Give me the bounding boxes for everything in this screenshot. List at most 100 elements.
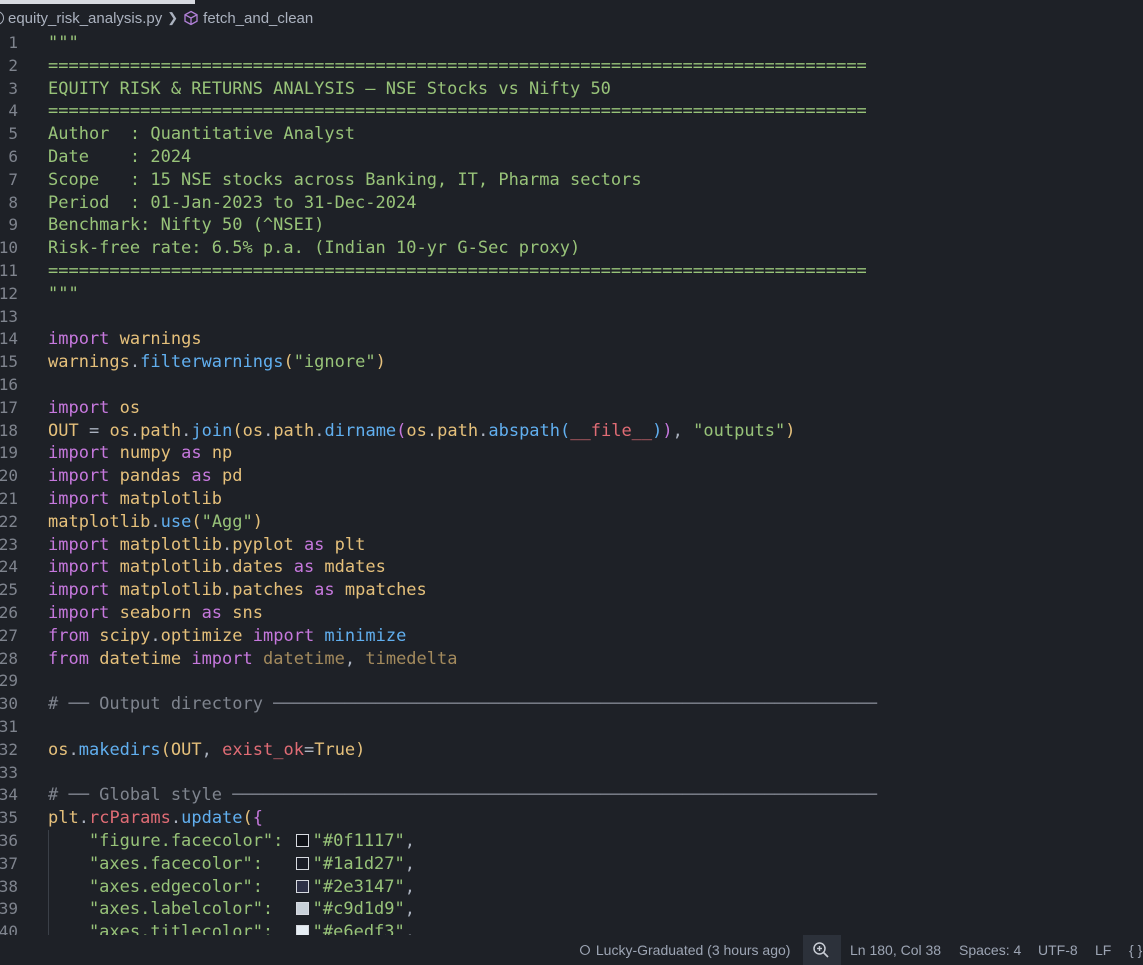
code-line[interactable]: 33 bbox=[0, 762, 1143, 785]
code-token: . bbox=[150, 511, 161, 532]
code-line[interactable]: 11 ======================================… bbox=[0, 260, 1143, 283]
code-token: matplotlib bbox=[119, 580, 223, 601]
indentation[interactable]: Spaces: 4 bbox=[959, 935, 1021, 965]
line-number: 15 bbox=[0, 352, 18, 372]
line-number: 29 bbox=[0, 671, 18, 691]
color-swatch[interactable] bbox=[295, 925, 309, 935]
code-line[interactable]: 16 bbox=[0, 374, 1143, 397]
code-line[interactable]: 32 os.makedirs(OUT, exist_ok=True) bbox=[0, 739, 1143, 762]
git-commit-icon: ⭘ bbox=[579, 942, 591, 958]
breadcrumb-symbol[interactable]: fetch_and_clean bbox=[203, 10, 313, 27]
code-token: import bbox=[48, 329, 110, 350]
code-line[interactable]: 17 import os bbox=[0, 397, 1143, 420]
color-swatch[interactable] bbox=[295, 879, 309, 893]
code-text: import matplotlib.patches as mpatches bbox=[48, 579, 427, 602]
code-text: import matplotlib.pyplot as plt bbox=[48, 534, 365, 557]
code-line[interactable]: 30 # ── Output directory ────────────────… bbox=[0, 693, 1143, 716]
cursor-position[interactable]: Ln 180, Col 38 bbox=[850, 935, 941, 965]
code-line[interactable]: 29 bbox=[0, 670, 1143, 693]
code-token: np bbox=[211, 443, 233, 464]
code-token: dates bbox=[232, 557, 284, 578]
code-editor[interactable]: 1 """ 2 ===================================… bbox=[0, 32, 1143, 935]
code-line[interactable]: 6 Date : 2024 bbox=[0, 146, 1143, 169]
code-token: dirname bbox=[324, 420, 397, 441]
code-line[interactable]: 7 Scope : 15 NSE stocks across Banking, I… bbox=[0, 169, 1143, 192]
code-token: """ bbox=[48, 283, 79, 304]
code-line[interactable]: 21 import matplotlib bbox=[0, 488, 1143, 511]
code-line[interactable]: 24 import matplotlib.dates as mdates bbox=[0, 556, 1143, 579]
code-line[interactable]: 12 """ bbox=[0, 283, 1143, 306]
breadcrumb-file[interactable]: equity_risk_analysis.py bbox=[8, 10, 162, 27]
line-number: 28 bbox=[0, 648, 18, 668]
code-line[interactable]: 35 plt.rcParams.update({ bbox=[0, 807, 1143, 830]
code-token: import bbox=[48, 466, 110, 487]
code-line[interactable]: 18 OUT = os.path.join(os.path.dirname(os.… bbox=[0, 420, 1143, 443]
code-token: import bbox=[242, 625, 325, 646]
code-token: ) bbox=[375, 352, 386, 373]
code-token: . bbox=[222, 557, 233, 578]
code-line[interactable]: 14 import warnings bbox=[0, 328, 1143, 351]
code-line[interactable]: 13 bbox=[0, 306, 1143, 329]
code-token: ) bbox=[252, 511, 264, 532]
code-line[interactable]: 19 import numpy as np bbox=[0, 442, 1143, 465]
code-line[interactable]: 25 import matplotlib.patches as mpatches bbox=[0, 579, 1143, 602]
code-line[interactable]: 5 Author : Quantitative Analyst bbox=[0, 123, 1143, 146]
code-token: as bbox=[283, 557, 325, 578]
code-text: plt.rcParams.update({ bbox=[48, 807, 263, 830]
code-line[interactable]: 34 # ── Global style ────────────────────… bbox=[0, 784, 1143, 807]
code-text: os.makedirs(OUT, exist_ok=True) bbox=[48, 739, 365, 762]
code-text: import warnings bbox=[48, 328, 202, 351]
code-token: ( bbox=[560, 420, 571, 441]
code-token: . bbox=[78, 808, 89, 829]
code-token: "axes.labelcolor": bbox=[48, 899, 294, 920]
code-text: Risk-free rate: 6.5% p.a. (Indian 10-yr … bbox=[48, 237, 580, 260]
code-text: warnings.filterwarnings("ignore") bbox=[48, 351, 386, 374]
code-line[interactable]: 15 warnings.filterwarnings("ignore") bbox=[0, 351, 1143, 374]
code-line[interactable]: 40 "axes.titlecolor": "#e6edf3", bbox=[0, 921, 1143, 935]
code-token: matplotlib bbox=[119, 489, 223, 509]
code-line[interactable]: 1 """ bbox=[0, 32, 1143, 55]
color-swatch[interactable] bbox=[295, 902, 309, 916]
color-swatch[interactable] bbox=[295, 834, 309, 847]
code-line[interactable]: 20 import pandas as pd bbox=[0, 465, 1143, 488]
code-token: plt bbox=[48, 808, 79, 829]
line-number: 20 bbox=[0, 466, 18, 486]
code-line[interactable]: 22 matplotlib.use("Agg") bbox=[0, 511, 1143, 534]
line-ending[interactable]: LF bbox=[1095, 935, 1111, 965]
code-token: . bbox=[129, 352, 141, 373]
code-line[interactable]: 10 Risk-free rate: 6.5% p.a. (Indian 10-y… bbox=[0, 237, 1143, 260]
code-line[interactable]: 27 from scipy.optimize import minimize bbox=[0, 625, 1143, 648]
code-line[interactable]: 39 "axes.labelcolor": "#c9d1d9", bbox=[0, 898, 1143, 921]
code-text: """ bbox=[48, 32, 79, 55]
code-line[interactable]: 23 import matplotlib.pyplot as plt bbox=[0, 534, 1143, 557]
zoom-button[interactable] bbox=[803, 935, 841, 965]
code-token: __file__ bbox=[570, 420, 653, 441]
code-token: os bbox=[406, 420, 427, 441]
color-swatch[interactable] bbox=[295, 856, 309, 870]
code-line[interactable]: 3 EQUITY RISK & RETURNS ANALYSIS — NSE St… bbox=[0, 78, 1143, 101]
line-number: 10 bbox=[0, 238, 18, 258]
git-blame-item[interactable]: ⭘ Lucky-Graduated (3 hours ago) bbox=[578, 935, 790, 965]
code-line[interactable]: 4 =======================================… bbox=[0, 100, 1143, 123]
line-number: 14 bbox=[0, 329, 18, 349]
code-text: from scipy.optimize import minimize bbox=[48, 625, 406, 648]
code-line[interactable]: 2 =======================================… bbox=[0, 55, 1143, 78]
code-line[interactable]: 8 Period : 01-Jan-2023 to 31-Dec-2024 bbox=[0, 192, 1143, 215]
code-line[interactable]: 37 "axes.facecolor": "#1a1d27", bbox=[0, 853, 1143, 876]
code-token: , bbox=[404, 853, 416, 874]
code-line[interactable]: 36 "figure.facecolor": "#0f1117", bbox=[0, 830, 1143, 853]
code-token: patches bbox=[232, 580, 304, 601]
code-line[interactable]: 9 Benchmark: Nifty 50 (^NSEI) bbox=[0, 214, 1143, 237]
code-line[interactable]: 38 "axes.edgecolor": "#2e3147", bbox=[0, 876, 1143, 899]
code-token: ) bbox=[355, 739, 366, 760]
code-line[interactable]: 26 import seaborn as sns bbox=[0, 602, 1143, 625]
code-token: ( bbox=[396, 420, 407, 441]
encoding[interactable]: UTF-8 bbox=[1038, 935, 1078, 965]
code-line[interactable]: 28 from datetime import datetime, timedel… bbox=[0, 648, 1143, 671]
language-mode[interactable]: { } bbox=[1129, 935, 1142, 965]
code-line[interactable]: 31 bbox=[0, 716, 1143, 739]
code-token: . bbox=[170, 808, 182, 829]
code-token: import bbox=[48, 603, 110, 623]
